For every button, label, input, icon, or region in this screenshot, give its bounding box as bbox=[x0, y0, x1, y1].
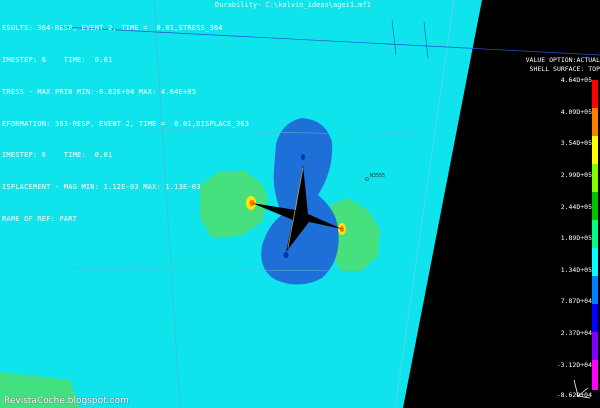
legend-tick: 1.34D+05 bbox=[560, 266, 592, 274]
legend-bar-seagreen bbox=[592, 220, 598, 248]
watermark: RevistaCoche.blogspot.com bbox=[4, 396, 129, 406]
legend-tick: 4.64D+05 bbox=[560, 76, 592, 84]
legend-bar-magenta bbox=[592, 360, 598, 390]
legend-bar-cyan bbox=[592, 248, 598, 276]
hud-line: ESULTS: 364-RESP, EVENT 2, TIME = 0.01,S… bbox=[2, 24, 223, 33]
results-hud: ESULTS: 364-RESP, EVENT 2, TIME = 0.01,S… bbox=[2, 2, 249, 246]
hud-line: ISPLACEMENT - MAG MIN: 1.12E-03 MAX: 1.1… bbox=[2, 183, 201, 192]
legend-tick: -8.62D+04 bbox=[556, 391, 592, 399]
legend-header: VALUE OPTION:ACTUAL SHELL SURFACE: TOP bbox=[504, 56, 600, 73]
legend-bar-azure bbox=[592, 276, 598, 304]
node-label: N3555 bbox=[370, 173, 386, 179]
legend-bar-blue bbox=[592, 304, 598, 332]
value-option-label: VALUE OPTION:ACTUAL bbox=[525, 56, 600, 64]
legend-tick: 2.99D+05 bbox=[560, 171, 592, 179]
legend-tick: 2.37D+04 bbox=[560, 329, 592, 337]
legend-tick: 3.54D+05 bbox=[560, 139, 592, 147]
legend-bar-violet bbox=[592, 332, 598, 360]
legend-bar-yellow bbox=[592, 136, 598, 164]
legend-tick: 2.44D+05 bbox=[560, 203, 592, 211]
legend-bar-yellowgreen bbox=[592, 164, 598, 192]
legend-tick: 7.87D+04 bbox=[560, 297, 592, 305]
legend-bar-red bbox=[592, 80, 598, 108]
fea-viewport[interactable]: Durability- C:\kalvin_ideas\agei1.mf1 ES… bbox=[0, 0, 600, 408]
legend-bar-orange bbox=[592, 108, 598, 136]
legend-tick: 1.89D+05 bbox=[560, 234, 592, 242]
hud-line: IMESTEP: 6 TIME: 0.01 bbox=[2, 151, 113, 160]
legend-bar-green bbox=[592, 192, 598, 220]
blue-dot-bottom bbox=[283, 252, 289, 258]
legend-tick: -3.12D+04 bbox=[556, 361, 592, 369]
hud-line: EFORMATION: 363-RESP, EVENT 2, TIME = 0.… bbox=[2, 119, 250, 128]
hud-line: TRESS - MAX PRIN MIN:-8.82E+04 MAX: 4.64… bbox=[2, 87, 197, 96]
hud-line: IMESTEP: 6 TIME: 0.01 bbox=[2, 55, 113, 64]
hud-line: RAME OF REF: PART bbox=[2, 214, 78, 223]
shell-surface-label: SHELL SURFACE: TOP bbox=[529, 64, 600, 73]
blue-dot-top bbox=[301, 154, 305, 160]
legend-tick: 4.09D+05 bbox=[560, 108, 592, 116]
